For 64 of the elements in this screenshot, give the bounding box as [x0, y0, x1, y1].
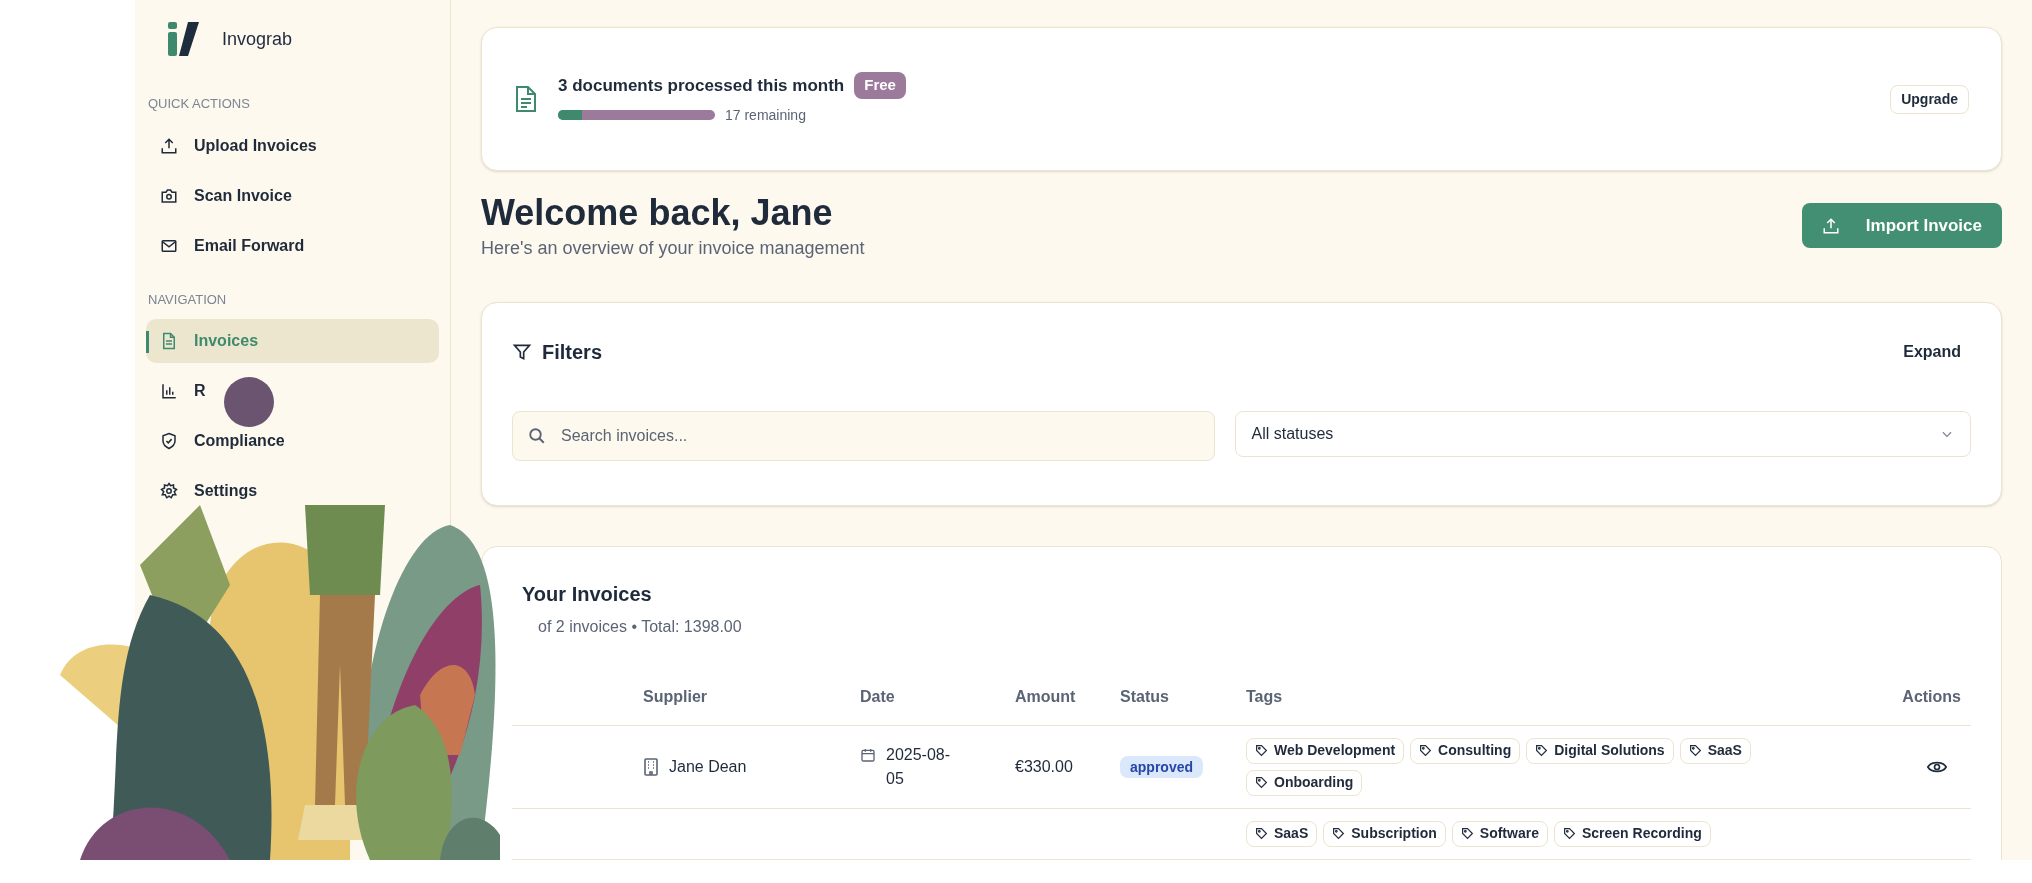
view-icon[interactable]: [1927, 759, 1947, 774]
supplier-name: Jane Dean: [669, 756, 747, 777]
tag-icon: [1460, 827, 1474, 840]
invoices-title: Your Invoices: [521, 582, 653, 607]
sidebar-item[interactable]: Scan Invoice: [146, 173, 306, 218]
tag-chip: Digital Solutions: [1526, 737, 1674, 764]
tag-chip: Consulting: [1410, 737, 1521, 764]
status-select[interactable]: All statuses: [1234, 411, 1971, 457]
document-icon: [160, 332, 178, 350]
column-header: Tags: [1246, 687, 1283, 705]
bar-chart-icon: [160, 382, 178, 400]
sidebar-item[interactable]: Settings: [146, 469, 272, 513]
tag-icon: [1255, 776, 1268, 789]
upload-icon: [1821, 216, 1840, 235]
building-icon: [643, 757, 659, 776]
tag-icon: [1255, 744, 1268, 757]
column-header: Date: [860, 687, 895, 705]
column-header: Amount: [1015, 687, 1076, 705]
welcome-heading: Welcome back, Jane: [481, 191, 834, 235]
sidebar-item[interactable]: R: [146, 369, 220, 413]
remaining-text: 17 remaining: [725, 105, 806, 125]
invoice-date: 2025-08-05: [886, 744, 952, 789]
plan-badge: Free: [854, 72, 906, 99]
search-icon: [528, 427, 546, 445]
filter-icon: [512, 342, 532, 362]
camera-icon: [160, 186, 178, 205]
tag-icon: [1562, 827, 1576, 840]
tag-icon: [1332, 827, 1346, 840]
tag-chip: Software: [1451, 820, 1548, 847]
logo-icon: [168, 22, 200, 56]
column-header: Status: [1120, 687, 1169, 705]
upload-icon: [160, 136, 178, 155]
shield-check-icon: [160, 432, 178, 450]
tag-chip: Screen Recording: [1553, 820, 1711, 847]
column-header: Actions: [1902, 687, 1961, 705]
settings-icon: [160, 482, 178, 500]
expand-button[interactable]: Expand: [1903, 340, 1971, 364]
section-heading: NAVIGATION: [147, 290, 228, 309]
invoice-amount: €330.00: [1015, 757, 1073, 775]
filters-title: Filters: [542, 340, 603, 365]
status-badge: approved: [1120, 755, 1203, 778]
invoices-summary: of 2 invoices • Total: 1398.00: [537, 617, 743, 637]
welcome-subtitle: Here's an overview of your invoice management: [481, 237, 865, 260]
column-header: Supplier: [643, 687, 707, 705]
tag-icon: [1419, 744, 1433, 757]
sidebar-item[interactable]: Compliance: [146, 419, 299, 463]
sidebar-item[interactable]: Upload Invoices: [146, 123, 331, 168]
tag-chip: Web Development: [1246, 737, 1405, 764]
tag-chip: SaaS: [1246, 820, 1318, 847]
document-icon: [514, 86, 536, 112]
sidebar-item[interactable]: Email Forward: [146, 223, 319, 268]
calendar-icon: [860, 746, 876, 763]
section-heading: QUICK ACTIONS: [147, 95, 251, 113]
tag-chip: Onboarding: [1246, 769, 1363, 796]
tag-chip: Subscription: [1323, 820, 1446, 847]
import-invoice-button[interactable]: Import Invoice: [1801, 203, 2002, 248]
tag-icon: [1255, 827, 1268, 840]
tag-icon: [1688, 744, 1702, 757]
tag-icon: [1535, 744, 1549, 757]
tag-chip: SaaS: [1679, 737, 1751, 764]
upgrade-button[interactable]: Upgrade: [1890, 84, 1969, 114]
usage-text: 3 documents processed this month: [558, 74, 845, 97]
app-name: Invograb: [222, 27, 293, 51]
search-field[interactable]: Search invoices...: [512, 411, 1215, 461]
